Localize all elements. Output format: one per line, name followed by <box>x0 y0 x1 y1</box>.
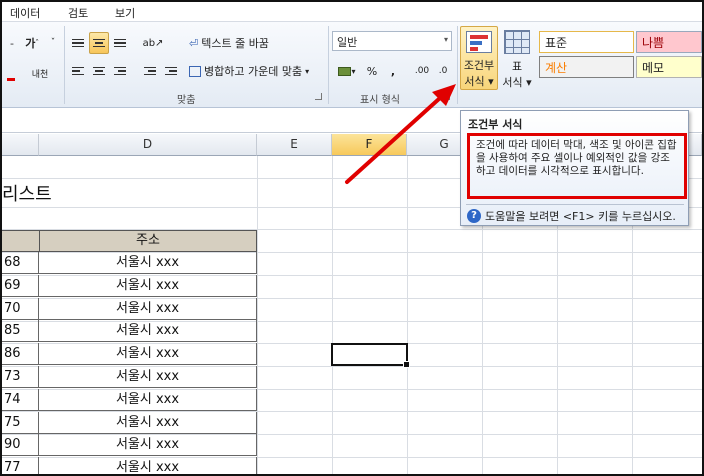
conditional-formatting-tooltip: 조건부 서식 조건에 따라 데이터 막대, 색조 및 아이콘 집합을 사용하여 … <box>460 110 689 226</box>
tooltip-divider <box>466 204 684 205</box>
excel-window: 데이터 검토 보기 - 가ˆ ˇ 내천 ab↗ ⏎ 텍스트 줄 바꿈 병합하고 … <box>0 0 704 476</box>
tooltip-title: 조건부 서식 <box>468 118 523 131</box>
tooltip-help: ? 도움말을 보려면 <F1> 키를 누르십시오. <box>467 208 676 224</box>
help-icon: ? <box>467 209 481 223</box>
tooltip-help-text: 도움말을 보려면 <F1> 키를 누르십시오. <box>485 210 676 223</box>
red-arrow-annotation <box>345 84 456 184</box>
tooltip-description: 조건에 따라 데이터 막대, 색조 및 아이콘 집합을 사용하여 주요 셀이나 … <box>467 133 687 199</box>
